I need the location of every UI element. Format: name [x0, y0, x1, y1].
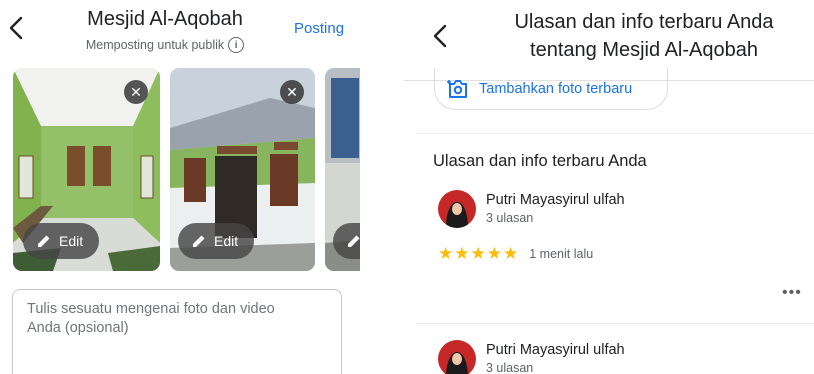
- review-count: 3 ulasan: [486, 361, 534, 374]
- remove-photo-button[interactable]: ✕: [280, 80, 304, 104]
- add-photo-icon: [447, 79, 467, 98]
- post-button[interactable]: Posting: [294, 20, 344, 37]
- placeholder-line-1: Tulis sesuatu mengenai foto dan video: [27, 301, 275, 317]
- page-title: Ulasan dan info terbaru Anda tentang Mes…: [474, 8, 814, 64]
- photo-thumbnail-2[interactable]: ✕ Edit: [170, 68, 315, 271]
- star-icon: ★: [503, 244, 519, 263]
- more-options-button[interactable]: •••: [782, 284, 802, 302]
- user-photo: [438, 340, 476, 374]
- avatar[interactable]: [438, 190, 476, 228]
- rating-row: ★ ★ ★ ★ ★ 1 menit lalu: [438, 244, 593, 264]
- star-icon: ★: [454, 244, 470, 263]
- section-divider: [416, 133, 814, 134]
- back-button[interactable]: [432, 24, 448, 48]
- pencil-icon: [348, 235, 360, 247]
- info-icon[interactable]: i: [228, 37, 245, 53]
- placeholder-line-2: Anda (opsional): [27, 320, 129, 336]
- visibility-label: Memposting untuk publik: [85, 38, 225, 52]
- review-time: 1 menit lalu: [529, 247, 594, 261]
- edit-photo-button[interactable]: Edit: [23, 223, 100, 259]
- photo-description-input[interactable]: Tulis sesuatu mengenai foto dan video An…: [12, 289, 342, 374]
- place-title: Mesjid Al-Aqobah: [87, 8, 243, 30]
- edit-photo-button[interactable]: Edit: [178, 223, 255, 259]
- review-divider: [416, 323, 814, 324]
- star-icon: ★: [438, 244, 454, 263]
- page-title-line-1: Ulasan dan info terbaru Anda: [514, 11, 774, 33]
- section-title: Ulasan dan info terbaru Anda: [433, 152, 647, 170]
- close-icon: ✕: [286, 83, 298, 100]
- pencil-icon: [193, 235, 205, 247]
- reviews-panel: Ulasan dan info terbaru Anda tentang Mes…: [404, 0, 814, 374]
- reviewer-name[interactable]: Putri Mayasyirul ulfah: [486, 192, 625, 208]
- reviewer-name[interactable]: Putri Mayasyirul ulfah: [486, 342, 625, 358]
- review-count: 3 ulasan: [486, 211, 534, 225]
- page-title-line-2: tentang Mesjid Al-Aqobah: [530, 39, 758, 61]
- close-icon: ✕: [130, 83, 142, 100]
- chevron-left-icon: [433, 24, 447, 48]
- post-photos-panel: Mesjid Al-Aqobah Memposting untuk publik…: [0, 0, 360, 374]
- add-photo-button[interactable]: Tambahkan foto terbaru: [434, 68, 668, 110]
- edit-label: Edit: [214, 233, 239, 249]
- star-icon: ★: [470, 244, 486, 263]
- posting-visibility: Memposting untuk publik i: [0, 37, 330, 53]
- add-photo-label: Tambahkan foto terbaru: [479, 80, 633, 97]
- user-photo: [438, 190, 476, 228]
- star-icon: ★: [486, 244, 502, 263]
- photo-thumbnail-3[interactable]: [325, 68, 360, 271]
- pencil-icon: [38, 235, 50, 247]
- avatar[interactable]: [438, 340, 476, 374]
- photo-thumbnail-1[interactable]: ✕ Edit: [13, 68, 160, 271]
- remove-photo-button[interactable]: ✕: [124, 80, 148, 104]
- edit-label: Edit: [59, 233, 84, 249]
